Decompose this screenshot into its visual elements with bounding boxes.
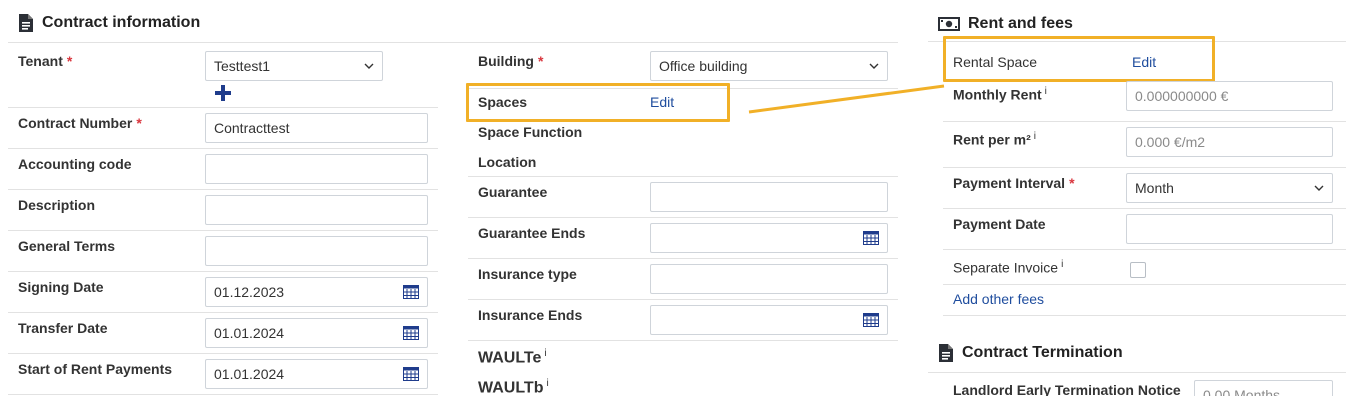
- payment-date-input[interactable]: [1126, 214, 1333, 244]
- info-icon: i: [1033, 131, 1037, 142]
- monthly-rent-input[interactable]: 0.000000000 €: [1126, 81, 1333, 111]
- row-divider: [943, 315, 1346, 316]
- row-divider: [943, 121, 1346, 122]
- termination-header: Contract Termination: [938, 344, 1123, 362]
- rent-per-m2-input[interactable]: 0.000 €/m2: [1126, 127, 1333, 157]
- monthly-rent-label: Monthly Rent i: [953, 86, 1047, 103]
- separate-invoice-label: Separate Invoice i: [953, 259, 1064, 276]
- landlord-notice-label: Landlord Early Termination Notice: [953, 382, 1181, 396]
- row-divider: [943, 208, 1346, 209]
- chevron-down-icon: [1314, 185, 1324, 191]
- row-divider: [943, 167, 1346, 168]
- rent-fees-title: Rent and fees: [968, 15, 1073, 32]
- payment-date-label: Payment Date: [953, 216, 1046, 232]
- rental-space-highlight: [943, 36, 1215, 82]
- termination-title: Contract Termination: [962, 344, 1123, 361]
- header-divider: [928, 372, 1346, 373]
- info-icon: i: [1044, 86, 1047, 97]
- payment-interval-label: Payment Interval *: [953, 175, 1075, 191]
- row-divider: [943, 284, 1346, 285]
- document-icon: [939, 344, 953, 362]
- rent-per-m2-label: Rent per m² i: [953, 131, 1037, 148]
- payment-interval-select[interactable]: Month: [1126, 173, 1333, 203]
- row-divider: [943, 249, 1346, 250]
- info-icon: i: [1061, 259, 1064, 270]
- landlord-notice-input[interactable]: 0.00 Months: [1194, 380, 1333, 396]
- add-other-fees-link[interactable]: Add other fees: [953, 291, 1044, 307]
- money-icon: [938, 17, 960, 31]
- separate-invoice-checkbox[interactable]: [1130, 262, 1146, 278]
- rent-fees-header: Rent and fees: [938, 15, 1073, 33]
